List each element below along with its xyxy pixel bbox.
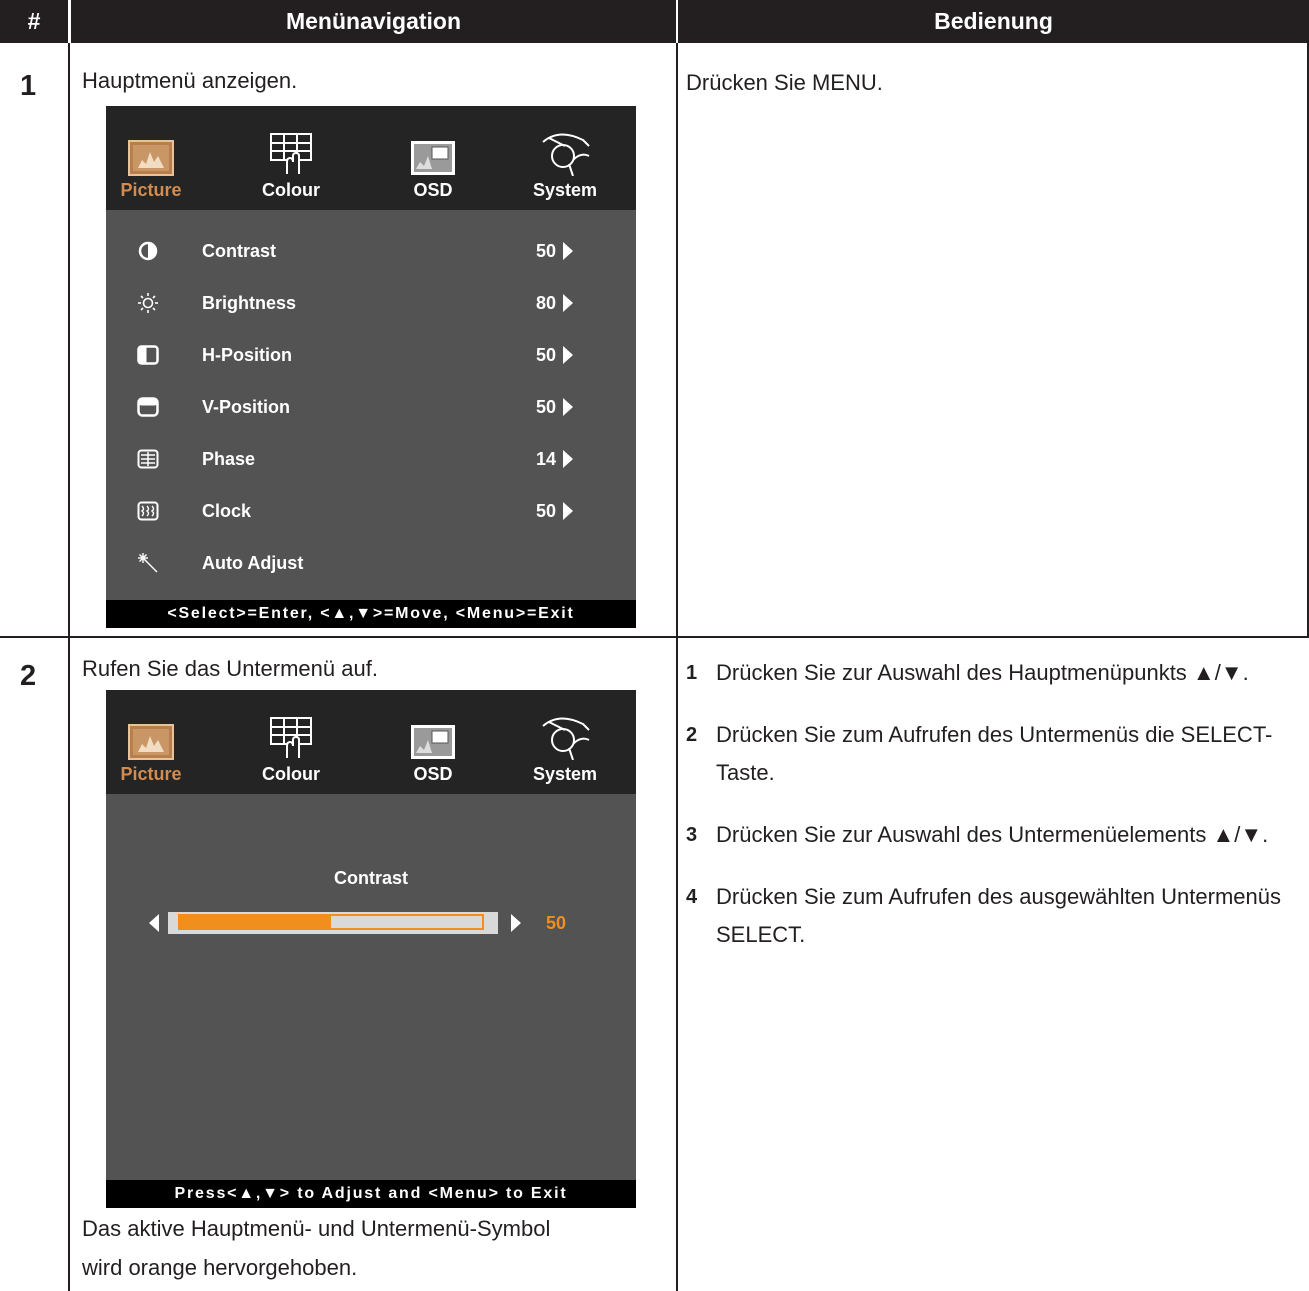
menu-item-label: Contrast: [202, 241, 277, 261]
h-position-icon: [136, 343, 160, 367]
header-operation: Bedienung: [678, 0, 1309, 43]
header-number: #: [0, 0, 68, 43]
tab-picture[interactable]: Picture: [106, 128, 196, 201]
tab-label: Picture: [120, 180, 182, 200]
submenu-title: Contrast: [333, 868, 408, 888]
slider-fill: [180, 916, 331, 928]
row2-note-line1: Das aktive Hauptmenü- und Untermenü-Symb…: [82, 1216, 551, 1241]
step-number: 2: [686, 724, 698, 746]
header-navigation: Menünavigation: [71, 0, 676, 43]
table-edge: [1307, 43, 1309, 637]
phase-icon: [136, 447, 160, 471]
chevron-right-icon: [562, 450, 574, 473]
chevron-right-icon: [562, 294, 574, 317]
menu-item-phase[interactable]: Phase 14: [106, 444, 636, 474]
row-number-1: 1: [20, 70, 37, 102]
menu-item-label: Clock: [202, 501, 252, 521]
auto-adjust-icon: [136, 551, 160, 575]
slider-value: 50: [546, 913, 567, 933]
osd-main-menu: Picture Colour OSD System Contrast 50 Br…: [106, 106, 636, 628]
brightness-icon: [136, 291, 160, 315]
tab-picture[interactable]: Picture: [106, 712, 196, 785]
step-number: 4: [686, 886, 698, 908]
contrast-slider[interactable]: 50: [148, 908, 588, 938]
menu-item-value: 80: [535, 293, 556, 313]
tab-colour[interactable]: Colour: [246, 128, 336, 201]
column-divider: [676, 43, 678, 1291]
step-number: 3: [686, 824, 698, 846]
row1-navigation-text: Hauptmenü anzeigen.: [82, 68, 298, 93]
step-item: 4 Drücken Sie zum Aufrufen des ausgewählt…: [686, 878, 1298, 954]
tab-colour[interactable]: Colour: [246, 712, 336, 785]
tab-osd[interactable]: OSD: [388, 128, 478, 201]
chevron-right-icon: [562, 346, 574, 369]
menu-item-v-position[interactable]: V-Position 50: [106, 392, 636, 422]
osd-footer-hint: <Select>=Enter, <▲,▼>=Move, <Menu>=Exit: [106, 600, 636, 628]
system-icon: [520, 712, 610, 760]
menu-item-value: 50: [535, 241, 556, 261]
menu-item-label: Phase: [202, 449, 256, 469]
menu-item-label: H-Position: [202, 345, 292, 365]
tab-label: Colour: [262, 764, 320, 784]
osd-icon: [388, 712, 478, 760]
tab-label: Colour: [262, 180, 320, 200]
menu-item-h-position[interactable]: H-Position 50: [106, 340, 636, 370]
menu-item-label: Brightness: [202, 293, 297, 313]
step-item: 2 Drücken Sie zum Aufrufen des Untermenüs…: [686, 716, 1298, 792]
row-divider: [0, 636, 1309, 638]
chevron-right-icon: [562, 502, 574, 525]
step-text: Drücken Sie zum Aufrufen des Untermenüs …: [716, 722, 1273, 785]
step-text: Drücken Sie zur Auswahl des Untermenüele…: [716, 822, 1269, 847]
step-text: Drücken Sie zum Aufrufen des ausgewählte…: [716, 884, 1281, 947]
menu-item-value: 14: [535, 449, 556, 469]
menu-item-auto-adjust[interactable]: Auto Adjust: [106, 548, 636, 578]
menu-item-brightness[interactable]: Brightness 80: [106, 288, 636, 318]
slider-frame: [178, 914, 484, 930]
clock-icon: [136, 499, 160, 523]
step-text: Drücken Sie zur Auswahl des Hauptmenüpun…: [716, 660, 1249, 685]
osd-submenu: Picture Colour OSD System Contrast 50 Pr…: [106, 690, 636, 1208]
tab-label: System: [532, 180, 598, 200]
row2-note-line2: wird orange hervorgehoben.: [82, 1255, 358, 1280]
colour-icon: [246, 712, 336, 760]
v-position-icon: [136, 395, 160, 419]
chevron-right-icon: [562, 398, 574, 421]
tab-system[interactable]: System: [520, 712, 610, 785]
column-divider: [68, 43, 70, 1291]
colour-icon: [246, 128, 336, 176]
step-item: 1 Drücken Sie zur Auswahl des Hauptmenüpu…: [686, 654, 1298, 692]
menu-item-contrast[interactable]: Contrast 50: [106, 236, 636, 266]
osd-icon: [388, 128, 478, 176]
picture-icon: [106, 712, 196, 760]
row2-navigation-text: Rufen Sie das Untermenü auf.: [82, 656, 378, 681]
menu-item-value: 50: [535, 345, 556, 365]
system-icon: [520, 128, 610, 176]
picture-icon: [106, 128, 196, 176]
osd-footer-hint: Press<▲,▼> to Adjust and <Menu> to Exit: [106, 1180, 636, 1208]
tab-label: Picture: [120, 764, 182, 784]
chevron-right-icon: [562, 242, 574, 265]
chevron-left-icon[interactable]: [148, 914, 160, 937]
menu-item-label: Auto Adjust: [202, 553, 304, 573]
menu-item-label: V-Position: [202, 397, 291, 417]
tab-label: System: [532, 764, 598, 784]
tab-system[interactable]: System: [520, 128, 610, 201]
menu-item-value: 50: [535, 397, 556, 417]
contrast-icon: [136, 239, 160, 263]
tab-label: OSD: [413, 764, 453, 784]
step-item: 3 Drücken Sie zur Auswahl des Untermenüel…: [686, 816, 1298, 854]
row-number-2: 2: [20, 660, 37, 692]
tab-osd[interactable]: OSD: [388, 712, 478, 785]
step-number: 1: [686, 662, 698, 684]
row1-operation-text: Drücken Sie MENU.: [686, 70, 883, 95]
tab-label: OSD: [413, 180, 453, 200]
menu-item-value: 50: [535, 501, 556, 521]
slider-track: [168, 912, 498, 934]
chevron-right-icon[interactable]: [510, 914, 522, 937]
menu-item-clock[interactable]: Clock 50: [106, 496, 636, 526]
operation-steps: 1 Drücken Sie zur Auswahl des Hauptmenüpu…: [686, 654, 1298, 978]
